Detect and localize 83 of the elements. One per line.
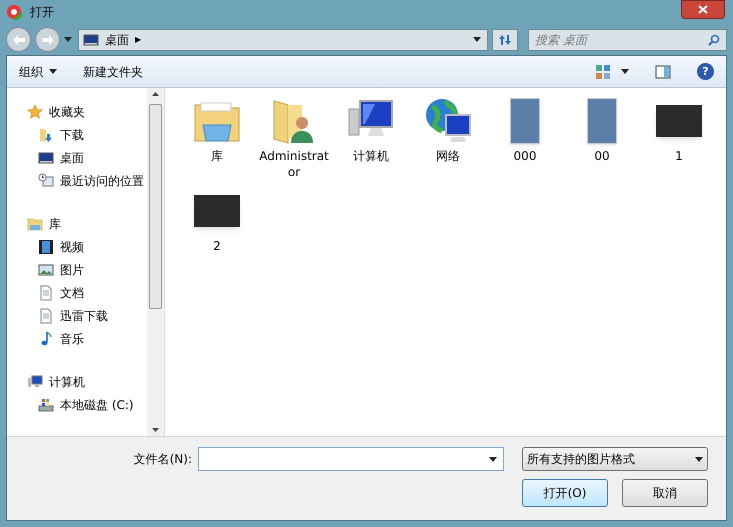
sidebar-group[interactable]: 计算机	[27, 370, 147, 393]
sidebar-scrollbar[interactable]	[147, 88, 164, 436]
window-title: 打开	[30, 4, 54, 22]
open-button[interactable]: 打开(O)	[522, 479, 608, 507]
recent-places-icon	[38, 172, 54, 188]
search-icon	[708, 34, 720, 46]
address-location[interactable]: 桌面	[105, 30, 129, 49]
file-name: 1	[675, 148, 683, 164]
close-button[interactable]	[681, 0, 725, 19]
scroll-down-arrow-icon[interactable]	[152, 428, 159, 432]
sidebar-item[interactable]: 音乐	[27, 327, 147, 350]
disk-drive-icon	[38, 396, 54, 412]
dropdown-arrow-icon	[695, 456, 703, 462]
breadcrumb-arrow[interactable]: ▶	[135, 34, 142, 46]
sidebar-item[interactable]: 图片	[27, 258, 147, 281]
desktop-icon	[83, 32, 99, 48]
app-icon	[6, 4, 22, 20]
close-icon	[698, 5, 708, 14]
file-item[interactable]: 网络	[410, 96, 486, 186]
filename-label: 文件名(N):	[134, 451, 192, 468]
file-name: 库	[211, 148, 223, 164]
folder-download-icon	[38, 126, 54, 142]
back-button[interactable]	[6, 27, 31, 52]
dropdown-arrow-icon	[489, 456, 497, 462]
file-item[interactable]: 00	[564, 96, 640, 186]
scroll-up-arrow-icon[interactable]	[152, 92, 159, 96]
new-folder-button[interactable]: 新建文件夹	[83, 62, 143, 80]
photo-placeholder	[587, 98, 617, 144]
preview-pane-icon	[655, 64, 671, 78]
file-item[interactable]: 计算机	[333, 96, 409, 186]
cancel-button[interactable]: 取消	[622, 479, 708, 507]
library-icon	[27, 216, 43, 232]
help-button[interactable]: ?	[697, 63, 714, 80]
filename-field[interactable]	[198, 447, 504, 471]
screenshot-thumbnail	[194, 195, 240, 227]
organize-button[interactable]: 组织	[19, 62, 57, 80]
screenshot-thumbnail	[656, 105, 702, 137]
sidebar-item[interactable]: 文档	[27, 281, 147, 304]
document-icon	[38, 284, 54, 300]
globe-monitor-icon	[424, 97, 472, 145]
file-item[interactable]: Administrator	[256, 96, 332, 186]
forward-button[interactable]	[35, 27, 60, 52]
view-tiles-icon	[595, 64, 611, 80]
file-name: 网络	[436, 148, 460, 164]
back-arrow-icon	[12, 34, 24, 45]
refresh-button[interactable]	[492, 28, 518, 51]
desktop-icon	[38, 150, 54, 166]
file-name: 计算机	[353, 148, 389, 164]
dropdown-arrow-icon	[49, 69, 57, 74]
view-options-button[interactable]	[595, 64, 629, 80]
picture-icon	[38, 262, 54, 278]
file-item[interactable]: 库	[179, 96, 255, 186]
search-input[interactable]: 搜索 桌面	[535, 30, 708, 49]
scrollbar-thumb[interactable]	[149, 104, 162, 309]
dropdown-arrow-icon	[473, 37, 481, 42]
film-icon	[38, 238, 54, 254]
address-bar[interactable]: 桌面 ▶	[78, 28, 488, 51]
sidebar-group[interactable]: 收藏夹	[27, 100, 147, 123]
star-icon	[27, 104, 43, 120]
preview-pane-button[interactable]	[655, 64, 671, 78]
photo-placeholder	[510, 98, 540, 144]
sidebar-item[interactable]: 下载	[27, 123, 147, 146]
document-icon	[38, 308, 54, 324]
file-item[interactable]: 000	[487, 96, 563, 186]
sidebar-group[interactable]: 库	[27, 212, 147, 235]
sidebar-item[interactable]: 最近访问的位置	[27, 169, 147, 192]
file-name: 2	[213, 238, 221, 254]
history-arrow-icon	[64, 37, 72, 42]
sidebar-item[interactable]: 桌面	[27, 146, 147, 169]
refresh-icon	[498, 34, 512, 46]
sidebar-item[interactable]: 本地磁盘 (C:)	[27, 393, 147, 416]
file-type-dropdown[interactable]: 所有支持的图片格式	[522, 447, 708, 471]
search-field[interactable]: 搜索 桌面	[528, 28, 727, 51]
file-item[interactable]: 1	[641, 96, 717, 186]
file-name: 00	[594, 148, 610, 164]
file-item[interactable]: 2	[179, 186, 255, 276]
dropdown-arrow-icon	[621, 69, 629, 74]
file-name: Administrator	[258, 148, 330, 180]
file-name: 000	[514, 148, 536, 164]
forward-arrow-icon	[42, 34, 54, 45]
sidebar-item[interactable]: 视频	[27, 235, 147, 258]
computer-icon	[27, 374, 43, 390]
sidebar-item[interactable]: 迅雷下载	[27, 304, 147, 327]
